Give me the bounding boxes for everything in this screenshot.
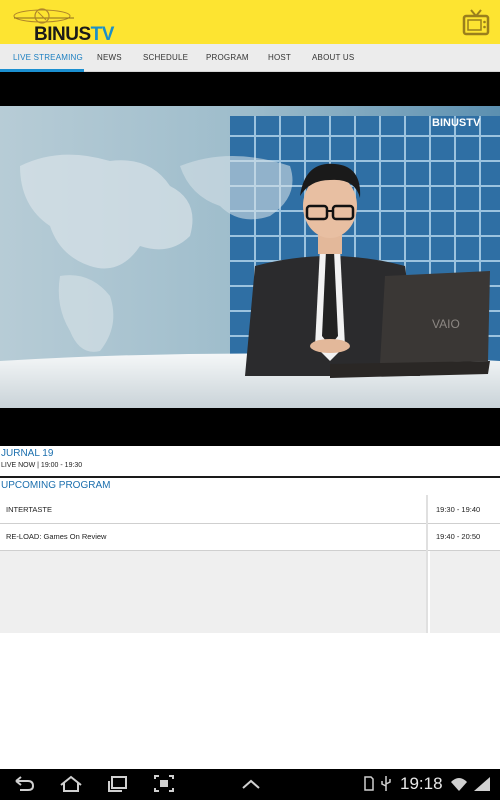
empty-list-area [0, 551, 426, 633]
tv-icon[interactable] [460, 6, 492, 38]
clock: 19:18 [400, 774, 443, 793]
tab-program[interactable]: PROGRAM [206, 44, 249, 71]
wifi-icon [450, 773, 468, 795]
upcoming-row[interactable]: RE-LOAD: Games On Review 19:40 - 20:50 [0, 523, 500, 551]
upcoming-row[interactable]: INTERTASTE 19:30 - 19:40 [0, 496, 500, 524]
program-name: INTERTASTE [6, 505, 52, 514]
empty-list-area [430, 551, 500, 633]
tab-about-us[interactable]: ABOUT US [312, 44, 354, 71]
tab-host[interactable]: HOST [268, 44, 291, 71]
video-player[interactable]: BINUSTV VAIO [0, 72, 500, 446]
now-playing-status: LIVE NOW | 19:00 - 19:30 [1, 462, 83, 469]
chevron-up-icon[interactable] [239, 773, 263, 795]
video-frame: BINUSTV VAIO [0, 106, 500, 408]
usb-icon [378, 773, 394, 795]
screenshot-icon[interactable] [152, 773, 176, 795]
tab-bar: LIVE STREAMING NEWS SCHEDULE PROGRAM HOS… [0, 44, 500, 72]
sd-card-icon [362, 773, 376, 795]
tab-schedule[interactable]: SCHEDULE [143, 44, 188, 71]
app-bar: BINUSTV [0, 0, 500, 45]
section-divider [0, 476, 500, 478]
brand-name: BINUSTV [34, 24, 114, 45]
program-time: 19:30 - 19:40 [436, 505, 481, 514]
tab-news[interactable]: NEWS [97, 44, 122, 71]
app-logo: BINUSTV [12, 4, 114, 45]
recent-apps-icon[interactable] [106, 773, 130, 795]
program-name: RE-LOAD: Games On Review [6, 532, 107, 541]
system-navigation-bar: 19:18 [0, 769, 500, 800]
home-icon[interactable] [58, 773, 82, 795]
video-watermark: BINUSTV [432, 117, 481, 129]
upcoming-heading: UPCOMING PROGRAM [1, 480, 111, 491]
battery-icon [471, 773, 493, 795]
tab-live-streaming[interactable]: LIVE STREAMING [13, 44, 83, 71]
now-playing-title: JURNAL 19 [1, 448, 54, 459]
column-divider [426, 495, 428, 633]
back-icon[interactable] [12, 773, 36, 795]
program-time: 19:40 - 20:50 [436, 532, 481, 541]
laptop-brand: VAIO [432, 317, 460, 331]
